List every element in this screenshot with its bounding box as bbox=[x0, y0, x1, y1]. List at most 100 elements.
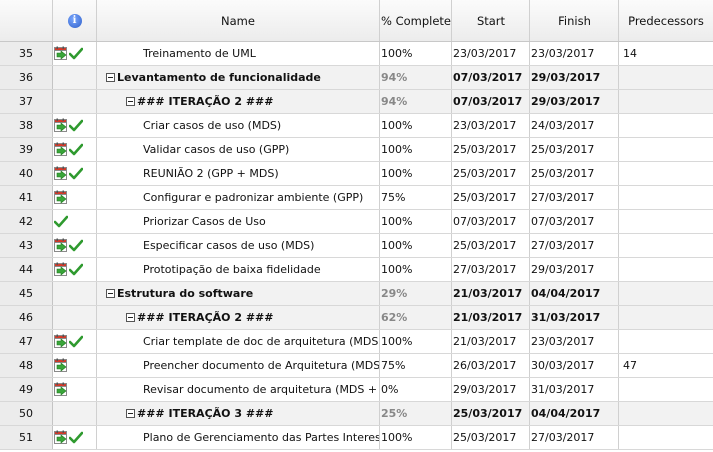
header-name[interactable]: Name bbox=[97, 0, 380, 41]
finish-date-cell[interactable]: 25/03/2017 bbox=[530, 162, 619, 185]
start-date-cell[interactable]: 07/03/2017 bbox=[452, 90, 530, 113]
pct-complete-cell[interactable]: 75% bbox=[380, 354, 452, 377]
task-name-cell[interactable]: ### ITERAÇÃO 3 ### bbox=[97, 402, 380, 425]
finish-date-cell[interactable]: 31/03/2017 bbox=[530, 378, 619, 401]
task-name-cell[interactable]: Treinamento de UML bbox=[97, 42, 380, 65]
task-name-cell[interactable]: Validar casos de uso (GPP) bbox=[97, 138, 380, 161]
row-id-cell[interactable]: 51 bbox=[0, 426, 53, 449]
task-name-cell[interactable]: Preencher documento de Arquitetura (MDS) bbox=[97, 354, 380, 377]
finish-date-cell[interactable]: 23/03/2017 bbox=[530, 330, 619, 353]
task-name-cell[interactable]: Estrutura do software bbox=[97, 282, 380, 305]
finish-date-cell[interactable]: 27/03/2017 bbox=[530, 234, 619, 257]
predecessors-cell[interactable] bbox=[619, 282, 713, 305]
task-row[interactable]: 47 Criar template de doc de arquitetura (… bbox=[0, 330, 713, 354]
pct-complete-cell[interactable]: 25% bbox=[380, 402, 452, 425]
summary-task-row[interactable]: 45 Estrutura do software 29% 21/03/2017 04/0… bbox=[0, 282, 713, 306]
row-id-cell[interactable]: 35 bbox=[0, 42, 53, 65]
start-date-cell[interactable]: 25/03/2017 bbox=[452, 234, 530, 257]
row-id-cell[interactable]: 36 bbox=[0, 66, 53, 89]
task-row[interactable]: 40 REUNIÃO 2 (GPP + MDS) 100% 25/03/2017 25/… bbox=[0, 162, 713, 186]
row-id-cell[interactable]: 41 bbox=[0, 186, 53, 209]
predecessors-cell[interactable] bbox=[619, 426, 713, 449]
row-id-cell[interactable]: 37 bbox=[0, 90, 53, 113]
finish-date-cell[interactable]: 30/03/2017 bbox=[530, 354, 619, 377]
collapse-toggle-icon[interactable] bbox=[106, 289, 115, 298]
predecessors-cell[interactable] bbox=[619, 114, 713, 137]
finish-date-cell[interactable]: 29/03/2017 bbox=[530, 90, 619, 113]
predecessors-cell[interactable] bbox=[619, 162, 713, 185]
finish-date-cell[interactable]: 24/03/2017 bbox=[530, 114, 619, 137]
pct-complete-cell[interactable]: 0% bbox=[380, 378, 452, 401]
header-predecessors[interactable]: Predecessors bbox=[619, 0, 713, 41]
finish-date-cell[interactable]: 29/03/2017 bbox=[530, 66, 619, 89]
collapse-toggle-icon[interactable] bbox=[106, 73, 115, 82]
task-name-cell[interactable]: Criar template de doc de arquitetura (MD… bbox=[97, 330, 380, 353]
predecessors-cell[interactable] bbox=[619, 66, 713, 89]
start-date-cell[interactable]: 25/03/2017 bbox=[452, 402, 530, 425]
start-date-cell[interactable]: 25/03/2017 bbox=[452, 426, 530, 449]
start-date-cell[interactable]: 25/03/2017 bbox=[452, 186, 530, 209]
pct-complete-cell[interactable]: 100% bbox=[380, 426, 452, 449]
pct-complete-cell[interactable]: 94% bbox=[380, 66, 452, 89]
task-name-cell[interactable]: Revisar documento de arquitetura (MDS + … bbox=[97, 378, 380, 401]
finish-date-cell[interactable]: 31/03/2017 bbox=[530, 306, 619, 329]
predecessors-cell[interactable] bbox=[619, 210, 713, 233]
summary-task-row[interactable]: 37 ### ITERAÇÃO 2 ### 94% 07/03/2017 29/03/2… bbox=[0, 90, 713, 114]
start-date-cell[interactable]: 27/03/2017 bbox=[452, 258, 530, 281]
start-date-cell[interactable]: 21/03/2017 bbox=[452, 282, 530, 305]
start-date-cell[interactable]: 23/03/2017 bbox=[452, 114, 530, 137]
predecessors-cell[interactable] bbox=[619, 258, 713, 281]
start-date-cell[interactable]: 07/03/2017 bbox=[452, 66, 530, 89]
row-id-cell[interactable]: 44 bbox=[0, 258, 53, 281]
start-date-cell[interactable]: 21/03/2017 bbox=[452, 306, 530, 329]
pct-complete-cell[interactable]: 94% bbox=[380, 90, 452, 113]
header-id-cell[interactable] bbox=[0, 0, 53, 41]
task-row[interactable]: 43 Especificar casos de uso (MDS) 100% 25/0… bbox=[0, 234, 713, 258]
pct-complete-cell[interactable]: 62% bbox=[380, 306, 452, 329]
task-row[interactable]: 35 Treinamento de UML 100% 23/03/2017 23/03/… bbox=[0, 42, 713, 66]
start-date-cell[interactable]: 25/03/2017 bbox=[452, 138, 530, 161]
task-name-cell[interactable]: ### ITERAÇÃO 2 ### bbox=[97, 90, 380, 113]
task-name-cell[interactable]: Criar casos de uso (MDS) bbox=[97, 114, 380, 137]
finish-date-cell[interactable]: 25/03/2017 bbox=[530, 138, 619, 161]
finish-date-cell[interactable]: 27/03/2017 bbox=[530, 426, 619, 449]
finish-date-cell[interactable]: 23/03/2017 bbox=[530, 42, 619, 65]
predecessors-cell[interactable]: 47 bbox=[619, 354, 713, 377]
task-row[interactable]: 44 Prototipação de baixa fidelidade 100% 27… bbox=[0, 258, 713, 282]
task-name-cell[interactable]: Levantamento de funcionalidade bbox=[97, 66, 380, 89]
predecessors-cell[interactable] bbox=[619, 378, 713, 401]
task-row[interactable]: 41 Configurar e padronizar ambiente (GPP)… bbox=[0, 186, 713, 210]
row-id-cell[interactable]: 38 bbox=[0, 114, 53, 137]
pct-complete-cell[interactable]: 100% bbox=[380, 162, 452, 185]
task-name-cell[interactable]: Prototipação de baixa fidelidade bbox=[97, 258, 380, 281]
pct-complete-cell[interactable]: 100% bbox=[380, 234, 452, 257]
task-name-cell[interactable]: Priorizar Casos de Uso bbox=[97, 210, 380, 233]
row-id-cell[interactable]: 45 bbox=[0, 282, 53, 305]
collapse-toggle-icon[interactable] bbox=[126, 313, 135, 322]
header-start[interactable]: Start bbox=[452, 0, 530, 41]
predecessors-cell[interactable]: 14 bbox=[619, 42, 713, 65]
pct-complete-cell[interactable]: 100% bbox=[380, 114, 452, 137]
row-id-cell[interactable]: 39 bbox=[0, 138, 53, 161]
row-id-cell[interactable]: 48 bbox=[0, 354, 53, 377]
start-date-cell[interactable]: 26/03/2017 bbox=[452, 354, 530, 377]
pct-complete-cell[interactable]: 29% bbox=[380, 282, 452, 305]
start-date-cell[interactable]: 21/03/2017 bbox=[452, 330, 530, 353]
pct-complete-cell[interactable]: 100% bbox=[380, 258, 452, 281]
summary-task-row[interactable]: 46 ### ITERAÇÃO 2 ### 62% 21/03/2017 31/03/2… bbox=[0, 306, 713, 330]
task-name-cell[interactable]: ### ITERAÇÃO 2 ### bbox=[97, 306, 380, 329]
row-id-cell[interactable]: 47 bbox=[0, 330, 53, 353]
task-name-cell[interactable]: Configurar e padronizar ambiente (GPP) bbox=[97, 186, 380, 209]
task-row[interactable]: 39 Validar casos de uso (GPP) 100% 25/03/20… bbox=[0, 138, 713, 162]
pct-complete-cell[interactable]: 100% bbox=[380, 42, 452, 65]
row-id-cell[interactable]: 42 bbox=[0, 210, 53, 233]
collapse-toggle-icon[interactable] bbox=[126, 409, 135, 418]
finish-date-cell[interactable]: 29/03/2017 bbox=[530, 258, 619, 281]
predecessors-cell[interactable] bbox=[619, 186, 713, 209]
row-id-cell[interactable]: 46 bbox=[0, 306, 53, 329]
finish-date-cell[interactable]: 04/04/2017 bbox=[530, 402, 619, 425]
pct-complete-cell[interactable]: 100% bbox=[380, 330, 452, 353]
row-id-cell[interactable]: 49 bbox=[0, 378, 53, 401]
task-row[interactable]: 51 Plano de Gerenciamento das Partes Inte… bbox=[0, 426, 713, 450]
finish-date-cell[interactable]: 27/03/2017 bbox=[530, 186, 619, 209]
